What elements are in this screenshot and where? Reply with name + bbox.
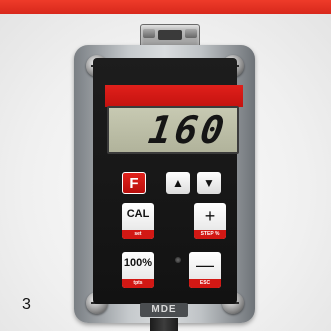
top-red-banner [0,0,331,14]
connector-screw-right [185,29,197,38]
status-led-icon [175,257,181,263]
hundred-percent-button-label: 100% [123,257,153,269]
cal-button[interactable]: CAL set [122,203,154,239]
minus-button-label: — [196,255,214,275]
brand-label: MDE [140,303,188,317]
minus-button[interactable]: — ESC [189,252,221,288]
plus-button-sublabel: STEP % [194,230,226,239]
display-header-strip [105,85,243,107]
cal-button-sublabel: set [122,230,154,239]
hundred-percent-button-sublabel: tpts [122,279,154,288]
figure-number: 3 [22,296,31,313]
down-arrow-button[interactable]: ▼ [197,172,221,194]
cal-button-label: CAL [126,208,150,220]
plus-button[interactable]: + STEP % [194,203,226,239]
up-arrow-button[interactable]: ▲ [166,172,190,194]
connector-pins [158,30,182,40]
function-button[interactable]: F [122,172,146,194]
lcd-display: 160 [107,106,239,154]
display-value: 160 [146,108,231,152]
hundred-percent-button[interactable]: 100% tpts [122,252,154,288]
minus-button-sublabel: ESC [189,279,221,288]
plus-button-label: + [204,206,216,226]
connector-screw-left [143,29,155,38]
cable-gland [150,318,178,331]
